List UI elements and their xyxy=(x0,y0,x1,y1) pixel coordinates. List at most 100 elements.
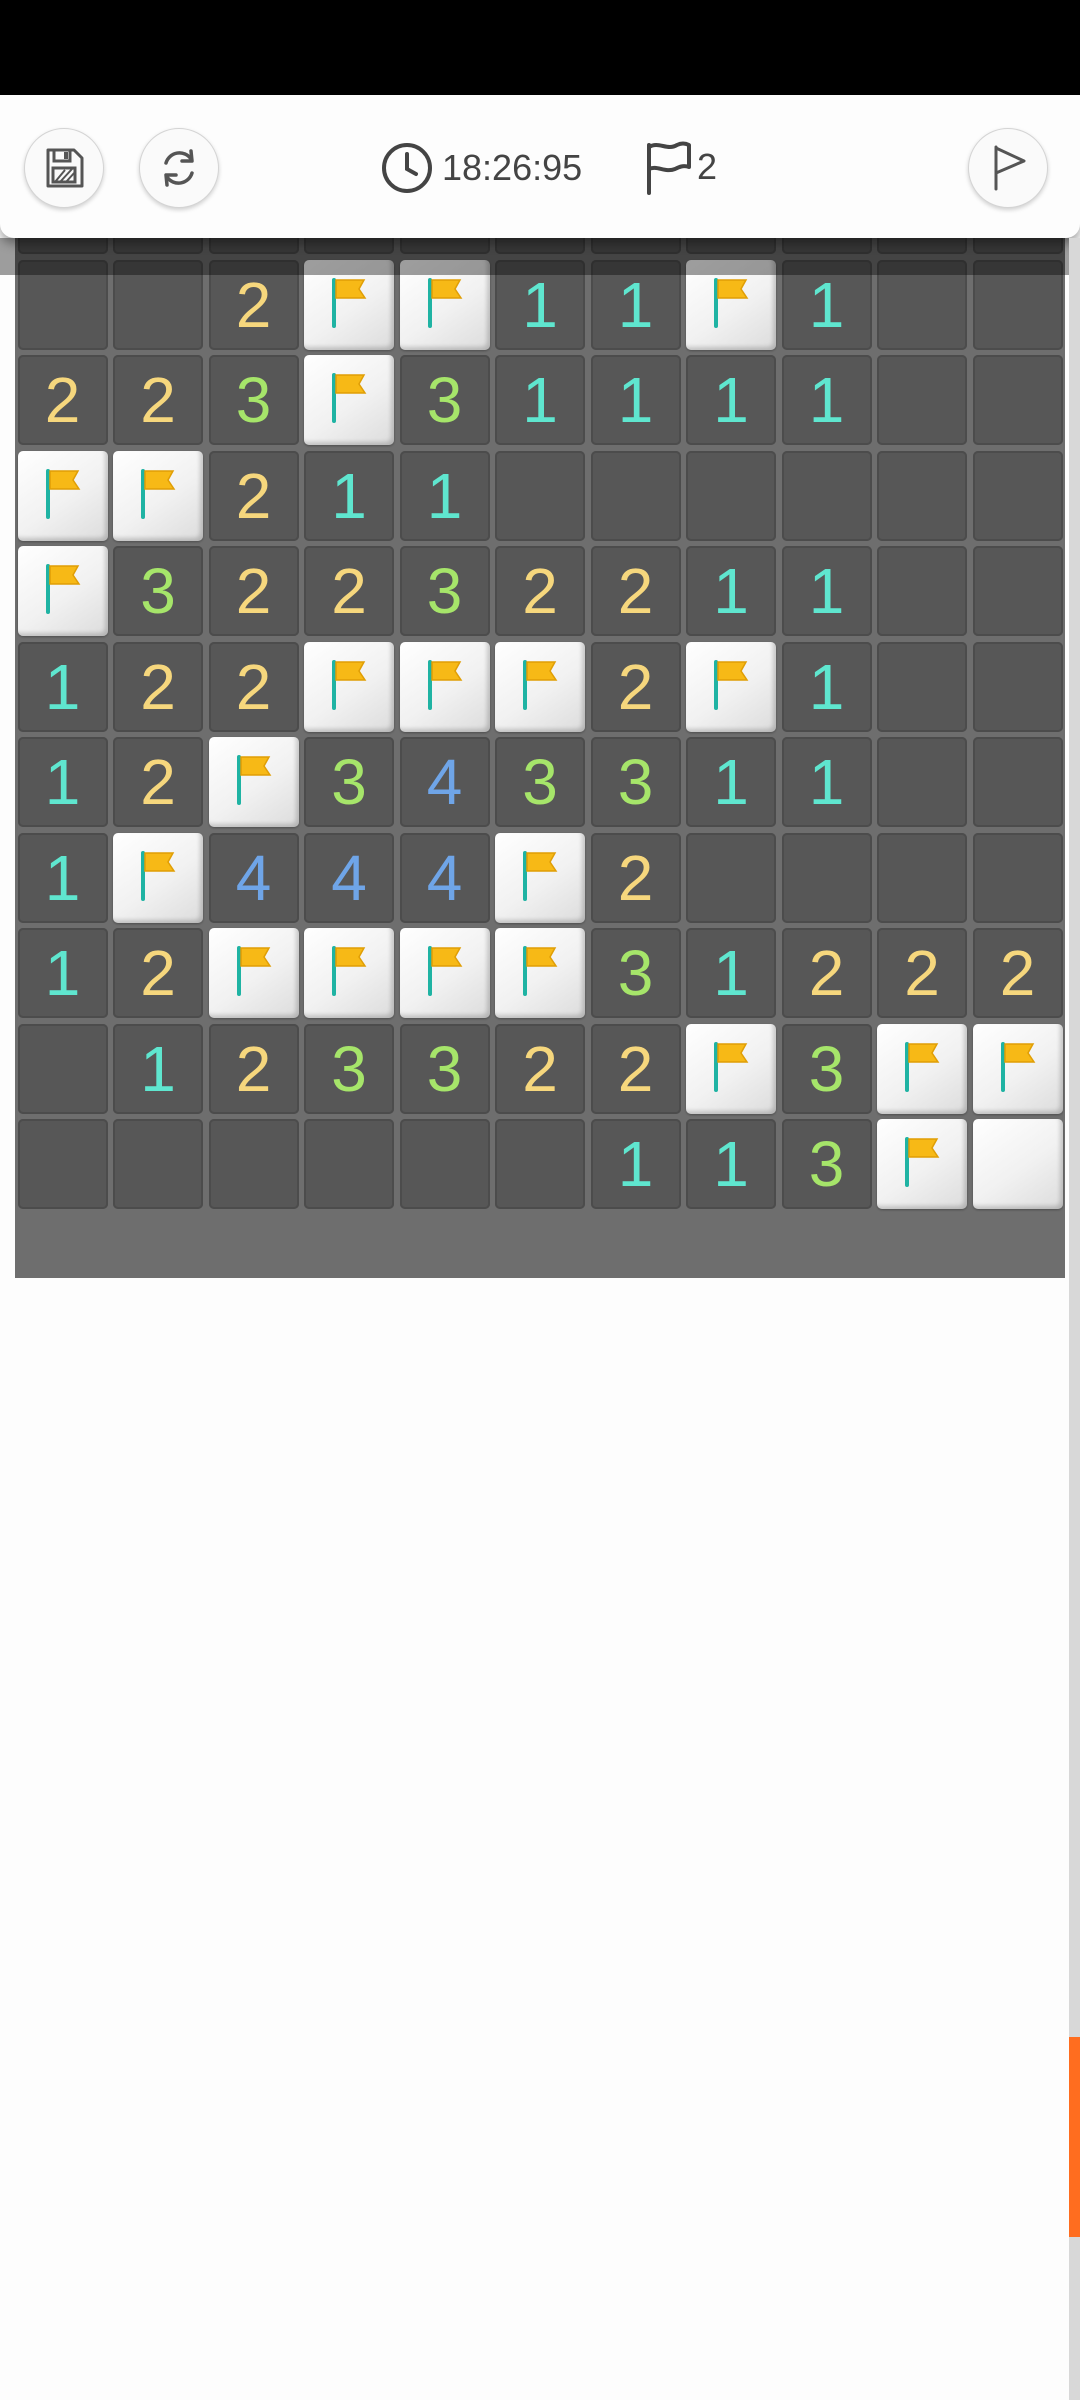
flagged-cell[interactable] xyxy=(113,832,203,923)
number-cell[interactable]: 3 xyxy=(781,1023,872,1114)
number-cell[interactable]: 1 xyxy=(781,641,872,732)
empty-cell[interactable] xyxy=(113,1119,203,1209)
number-cell[interactable]: 2 xyxy=(208,450,299,541)
flagged-cell[interactable] xyxy=(495,928,585,1018)
number-cell[interactable]: 3 xyxy=(399,1023,490,1114)
number-cell[interactable]: 3 xyxy=(399,546,490,636)
flagged-cell[interactable] xyxy=(686,1023,776,1114)
flagged-cell[interactable] xyxy=(877,1023,967,1114)
number-cell[interactable]: 1 xyxy=(590,1119,681,1209)
number-cell[interactable]: 1 xyxy=(590,355,681,445)
flagged-cell[interactable] xyxy=(17,450,108,541)
flagged-cell[interactable] xyxy=(399,928,490,1018)
empty-cell[interactable] xyxy=(304,1119,394,1209)
empty-cell[interactable] xyxy=(877,641,967,732)
number-cell[interactable]: 2 xyxy=(495,546,585,636)
restart-button[interactable] xyxy=(139,128,219,208)
number-cell[interactable]: 2 xyxy=(590,546,681,636)
empty-cell[interactable] xyxy=(781,450,872,541)
empty-cell[interactable] xyxy=(686,450,776,541)
number-cell[interactable]: 4 xyxy=(399,737,490,827)
number-cell[interactable]: 1 xyxy=(17,832,108,923)
number-cell[interactable]: 2 xyxy=(208,641,299,732)
empty-cell[interactable] xyxy=(399,1119,490,1209)
empty-cell[interactable] xyxy=(877,355,967,445)
number-cell[interactable]: 1 xyxy=(686,355,776,445)
number-cell[interactable]: 1 xyxy=(17,737,108,827)
flagged-cell[interactable] xyxy=(399,641,490,732)
empty-cell[interactable] xyxy=(972,355,1063,445)
save-button[interactable] xyxy=(24,128,104,208)
number-cell[interactable]: 2 xyxy=(590,641,681,732)
number-cell[interactable]: 2 xyxy=(590,1023,681,1114)
number-cell[interactable]: 1 xyxy=(686,546,776,636)
flagged-cell[interactable] xyxy=(113,450,203,541)
number-cell[interactable]: 2 xyxy=(17,355,108,445)
number-cell[interactable]: 2 xyxy=(495,1023,585,1114)
number-cell[interactable]: 1 xyxy=(17,641,108,732)
number-cell[interactable]: 2 xyxy=(781,928,872,1018)
empty-cell[interactable] xyxy=(495,1119,585,1209)
number-cell[interactable]: 3 xyxy=(590,737,681,827)
empty-cell[interactable] xyxy=(208,1119,299,1209)
flagged-cell[interactable] xyxy=(17,546,108,636)
number-cell[interactable]: 1 xyxy=(495,355,585,445)
empty-cell[interactable] xyxy=(972,641,1063,732)
flagged-cell[interactable] xyxy=(208,737,299,827)
number-cell[interactable]: 3 xyxy=(113,546,203,636)
number-cell[interactable]: 2 xyxy=(208,1023,299,1114)
empty-cell[interactable] xyxy=(972,450,1063,541)
empty-cell[interactable] xyxy=(877,546,967,636)
flagged-cell[interactable] xyxy=(686,641,776,732)
empty-cell[interactable] xyxy=(17,1119,108,1209)
number-cell[interactable]: 3 xyxy=(208,355,299,445)
number-cell[interactable]: 1 xyxy=(304,450,394,541)
number-cell[interactable]: 1 xyxy=(781,546,872,636)
empty-cell[interactable] xyxy=(495,450,585,541)
number-cell[interactable]: 1 xyxy=(113,1023,203,1114)
number-cell[interactable]: 1 xyxy=(686,928,776,1018)
flagged-cell[interactable] xyxy=(877,1119,967,1209)
number-cell[interactable]: 4 xyxy=(304,832,394,923)
empty-cell[interactable] xyxy=(590,450,681,541)
empty-cell[interactable] xyxy=(781,832,872,923)
number-cell[interactable]: 3 xyxy=(304,1023,394,1114)
number-cell[interactable]: 1 xyxy=(17,928,108,1018)
number-cell[interactable]: 3 xyxy=(304,737,394,827)
number-cell[interactable]: 3 xyxy=(590,928,681,1018)
flagged-cell[interactable] xyxy=(304,355,394,445)
flagged-cell[interactable] xyxy=(304,641,394,732)
number-cell[interactable]: 2 xyxy=(113,737,203,827)
empty-cell[interactable] xyxy=(17,1023,108,1114)
number-cell[interactable]: 2 xyxy=(590,832,681,923)
unrevealed-cell[interactable] xyxy=(972,1119,1063,1209)
number-cell[interactable]: 2 xyxy=(877,928,967,1018)
empty-cell[interactable] xyxy=(877,450,967,541)
number-cell[interactable]: 3 xyxy=(781,1119,872,1209)
number-cell[interactable]: 3 xyxy=(399,355,490,445)
number-cell[interactable]: 2 xyxy=(208,546,299,636)
number-cell[interactable]: 1 xyxy=(781,737,872,827)
number-cell[interactable]: 2 xyxy=(304,546,394,636)
empty-cell[interactable] xyxy=(686,832,776,923)
number-cell[interactable]: 2 xyxy=(972,928,1063,1018)
empty-cell[interactable] xyxy=(972,832,1063,923)
number-cell[interactable]: 1 xyxy=(686,737,776,827)
flag-mode-button[interactable] xyxy=(968,128,1048,208)
empty-cell[interactable] xyxy=(972,546,1063,636)
empty-cell[interactable] xyxy=(877,737,967,827)
empty-cell[interactable] xyxy=(877,832,967,923)
number-cell[interactable]: 1 xyxy=(781,355,872,445)
number-cell[interactable]: 4 xyxy=(208,832,299,923)
scrollbar-thumb[interactable] xyxy=(1069,2037,1080,2237)
number-cell[interactable]: 2 xyxy=(113,641,203,732)
number-cell[interactable]: 1 xyxy=(399,450,490,541)
number-cell[interactable]: 4 xyxy=(399,832,490,923)
flagged-cell[interactable] xyxy=(304,928,394,1018)
number-cell[interactable]: 1 xyxy=(686,1119,776,1209)
flagged-cell[interactable] xyxy=(972,1023,1063,1114)
empty-cell[interactable] xyxy=(972,737,1063,827)
flagged-cell[interactable] xyxy=(495,832,585,923)
number-cell[interactable]: 2 xyxy=(113,355,203,445)
number-cell[interactable]: 3 xyxy=(495,737,585,827)
